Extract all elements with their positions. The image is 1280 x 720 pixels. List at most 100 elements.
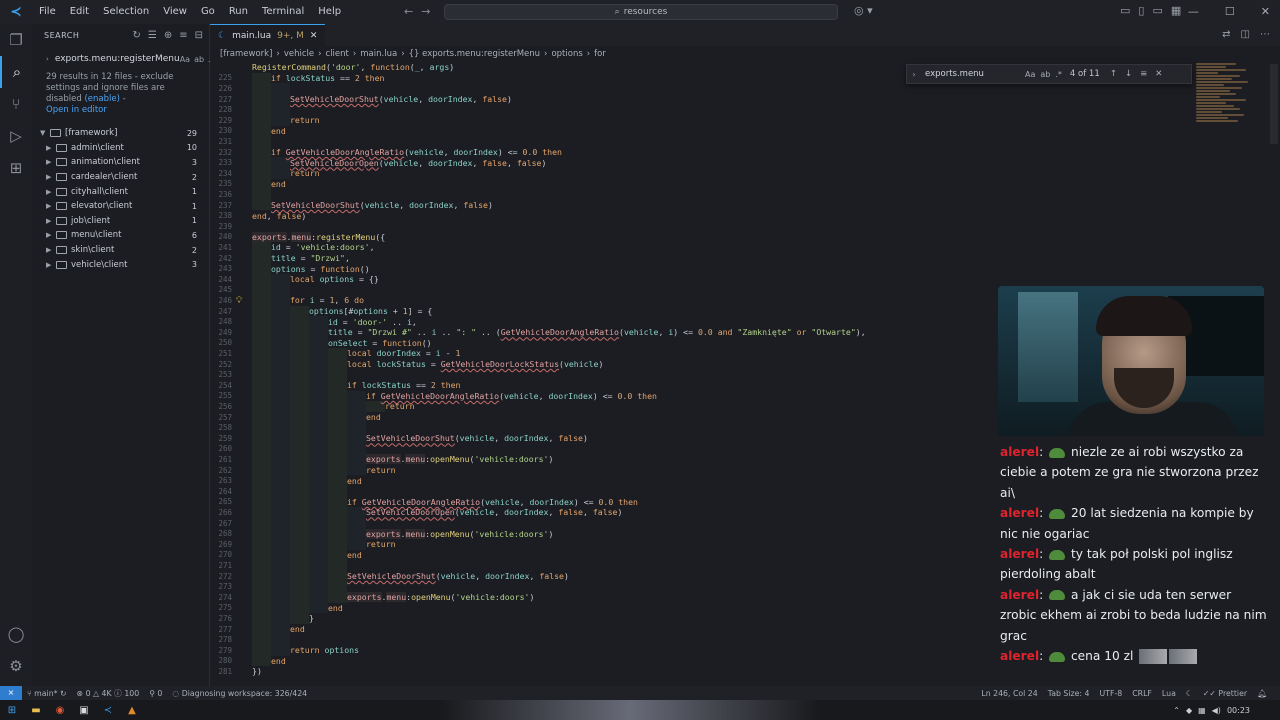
- toggle-replace-icon[interactable]: ›: [907, 70, 921, 79]
- match-word-icon[interactable]: ab: [1040, 70, 1050, 79]
- code-line[interactable]: 227 SetVehicleDoorShut(vehicle, doorIndex…: [210, 93, 1210, 105]
- previous-match-icon[interactable]: ↑: [1110, 69, 1117, 79]
- code-line[interactable]: 281}): [210, 666, 1210, 677]
- tree-item[interactable]: ▶ cityhall\client 1: [32, 184, 209, 199]
- tree-item[interactable]: ▶ job\client 1: [32, 214, 209, 229]
- network-icon[interactable]: ▦: [1198, 706, 1206, 715]
- menu-file[interactable]: File: [32, 0, 63, 24]
- menu-view[interactable]: View: [156, 0, 194, 24]
- tree-item[interactable]: ▶ elevator\client 1: [32, 199, 209, 214]
- breadcrumb-item[interactable]: vehicle: [284, 49, 314, 59]
- clear-results-icon[interactable]: ☰: [148, 30, 157, 41]
- tree-item[interactable]: ▶ animation\client 3: [32, 155, 209, 170]
- file-explorer-icon[interactable]: ▬: [24, 700, 48, 720]
- command-center[interactable]: ⌕ resources: [444, 4, 838, 20]
- customize-layout-icon[interactable]: ▦: [1171, 4, 1181, 17]
- collapse-all-icon[interactable]: ⊟: [195, 30, 203, 41]
- find-in-selection-icon[interactable]: ≡: [1140, 69, 1147, 79]
- browser-icon[interactable]: ◉: [48, 700, 72, 720]
- menu-terminal[interactable]: Terminal: [255, 0, 311, 24]
- tree-item[interactable]: ▶ admin\client 10: [32, 141, 209, 156]
- vertical-scrollbar[interactable]: [1270, 64, 1278, 144]
- code-line[interactable]: 230 end: [210, 125, 1210, 137]
- code-line[interactable]: 239: [210, 221, 1210, 232]
- tree-root[interactable]: ▼ [framework] 29: [32, 126, 209, 141]
- match-case-icon[interactable]: Aa: [180, 55, 190, 64]
- code-line[interactable]: 237 SetVehicleDoorShut(vehicle, doorIndex…: [210, 199, 1210, 211]
- compare-icon[interactable]: ⇄: [1222, 29, 1230, 40]
- open-in-editor-link[interactable]: Open in editor: [46, 105, 107, 115]
- problems-indicator[interactable]: ⊗ 0 △ 4K ⓘ 100: [72, 688, 145, 699]
- close-window-icon[interactable]: ✕: [1261, 0, 1270, 24]
- toggle-replace-icon[interactable]: ›: [46, 55, 49, 63]
- tray-arrow-icon[interactable]: ⌃: [1173, 706, 1180, 715]
- minimize-icon[interactable]: —: [1188, 0, 1199, 24]
- extensions-icon[interactable]: ⊞: [0, 152, 32, 184]
- search-input[interactable]: › exports.menu:registerMenu Aa ab .*: [46, 50, 215, 68]
- prettier-status[interactable]: ✓✓ Prettier: [1198, 689, 1252, 698]
- account-icon[interactable]: ◯: [0, 618, 32, 650]
- tray-app-icon[interactable]: ◆: [1186, 706, 1192, 715]
- toggle-panel-icon[interactable]: ▯: [1138, 4, 1144, 17]
- tree-item[interactable]: ▶ menu\client 6: [32, 228, 209, 243]
- menu-edit[interactable]: Edit: [63, 0, 96, 24]
- menu-help[interactable]: Help: [311, 0, 348, 24]
- code-line[interactable]: 240 exports.menu:registerMenu({: [210, 231, 1210, 243]
- run-debug-icon[interactable]: ▷: [0, 120, 32, 152]
- view-as-tree-icon[interactable]: ≡: [179, 30, 187, 41]
- lightbulb-icon[interactable]: 💡︎: [236, 296, 242, 306]
- match-case-icon[interactable]: Aa: [1025, 70, 1035, 79]
- tree-item[interactable]: ▶ cardealer\client 2: [32, 170, 209, 185]
- tree-item[interactable]: ▶ skin\client 2: [32, 243, 209, 258]
- close-find-icon[interactable]: ✕: [1155, 69, 1162, 79]
- breadcrumb-item[interactable]: for: [594, 49, 606, 59]
- clock[interactable]: 00:23: [1227, 706, 1250, 715]
- code-line[interactable]: 234 return: [210, 168, 1210, 179]
- code-line[interactable]: 241 id = 'vehicle:doors',: [210, 242, 1210, 253]
- lua-server-icon[interactable]: ☾: [1181, 689, 1198, 698]
- code-line[interactable]: 233 SetVehicleDoorOpen(vehicle, doorIndex…: [210, 157, 1210, 168]
- vscode-taskbar-icon[interactable]: ≺: [96, 700, 120, 720]
- forward-arrow-icon[interactable]: →: [421, 0, 430, 24]
- split-editor-icon[interactable]: ◫: [1241, 29, 1250, 40]
- enable-link[interactable]: (enable): [84, 94, 119, 104]
- code-line[interactable]: 226: [210, 83, 1210, 94]
- source-control-icon[interactable]: ⑂: [0, 88, 32, 120]
- code-line[interactable]: 243 options = function(): [210, 263, 1210, 274]
- breadcrumb-item[interactable]: {} exports.menu:registerMenu: [409, 49, 540, 59]
- code-line[interactable]: 231: [210, 136, 1210, 147]
- breadcrumb-item[interactable]: options: [551, 49, 582, 59]
- match-word-icon[interactable]: ab: [194, 55, 204, 64]
- close-tab-icon[interactable]: ✕: [310, 31, 318, 41]
- git-branch[interactable]: ⑂ main* ↻: [22, 689, 72, 698]
- terminal-icon[interactable]: ▣: [72, 700, 96, 720]
- breadcrumb-item[interactable]: client: [326, 49, 349, 59]
- back-arrow-icon[interactable]: ←: [404, 0, 413, 24]
- maximize-icon[interactable]: ☐: [1225, 0, 1235, 24]
- search-view-icon[interactable]: ⌕: [0, 56, 32, 88]
- minimap[interactable]: [1196, 62, 1266, 182]
- code-line[interactable]: 228: [210, 104, 1210, 115]
- code-line[interactable]: 235 end: [210, 178, 1210, 190]
- breadcrumb-item[interactable]: main.lua: [360, 49, 397, 59]
- ports-indicator[interactable]: ⚲ 0: [144, 689, 167, 698]
- eol[interactable]: CRLF: [1127, 689, 1157, 698]
- settings-gear-icon[interactable]: ⚙: [0, 650, 32, 682]
- code-line[interactable]: 244 local options = {}: [210, 274, 1210, 285]
- cursor-position[interactable]: Ln 246, Col 24: [976, 689, 1042, 698]
- language-mode[interactable]: Lua: [1157, 689, 1181, 698]
- explorer-icon[interactable]: ❐: [0, 24, 32, 56]
- breadcrumb-item[interactable]: [framework]: [220, 49, 272, 59]
- remote-icon[interactable]: ⨯: [0, 686, 22, 700]
- code-line[interactable]: 238 end, false): [210, 210, 1210, 221]
- menu-run[interactable]: Run: [222, 0, 255, 24]
- start-button-icon[interactable]: ⊞: [0, 700, 24, 720]
- notifications-bell-icon[interactable]: 🔔︎: [1252, 689, 1272, 698]
- encoding[interactable]: UTF-8: [1094, 689, 1127, 698]
- menu-go[interactable]: Go: [194, 0, 222, 24]
- tab-main-lua[interactable]: ☾ main.lua 9+, M ✕: [210, 24, 326, 46]
- copilot-icon[interactable]: ◎ ▾: [854, 4, 873, 17]
- code-line[interactable]: 236: [210, 189, 1210, 200]
- code-line[interactable]: 232 if GetVehicleDoorAngleRatio(vehicle, …: [210, 146, 1210, 158]
- volume-icon[interactable]: ◀): [1212, 706, 1221, 715]
